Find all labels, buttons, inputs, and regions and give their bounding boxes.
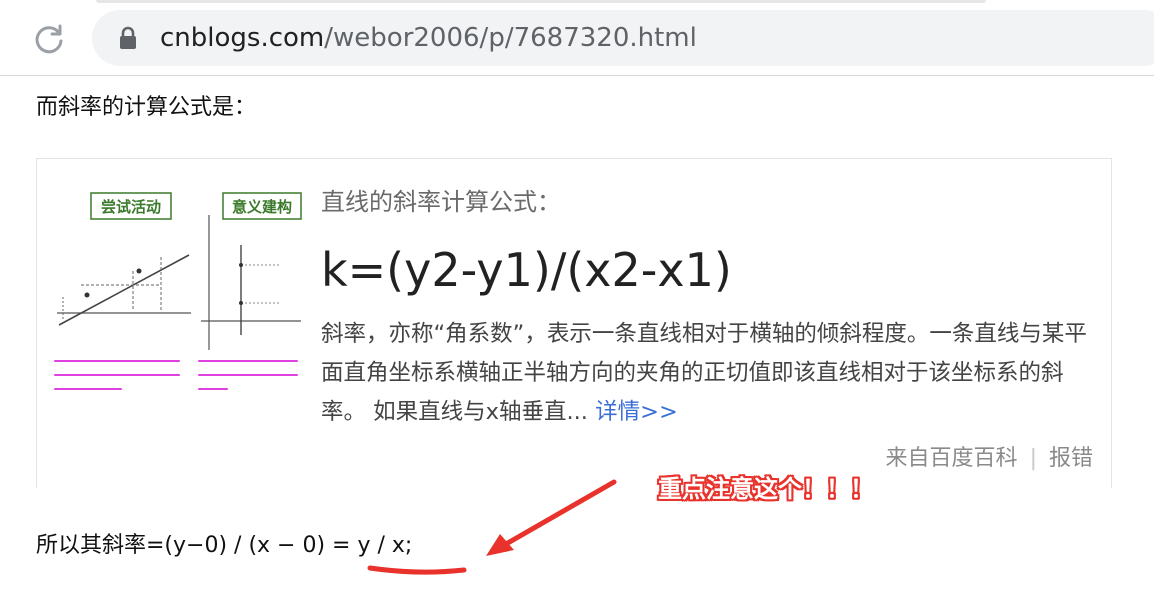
arrow-head <box>486 534 514 556</box>
slope-text: 所以其斜率=(y−0) / (x − 0) = y / x; <box>36 533 413 558</box>
card-description-text: 斜率，亦称“角系数”，表示一条直线相对于横轴的倾斜程度。一条直线与某平面直角坐标… <box>321 321 1087 425</box>
browser-toolbar: cnblogs.com/webor2006/p/7687320.html <box>0 0 1154 76</box>
url-text[interactable]: cnblogs.com/webor2006/p/7687320.html <box>160 22 697 54</box>
url-domain: cnblogs.com <box>160 23 325 53</box>
annotation-callout: 重点注意这个！！！ <box>658 475 874 503</box>
card-title: 直线的斜率计算公式： <box>321 188 561 216</box>
lock-icon[interactable] <box>118 26 138 50</box>
intro-text: 而斜率的计算公式是： <box>36 95 257 120</box>
more-link[interactable]: 详情>> <box>595 399 678 425</box>
card-description: 斜率，亦称“角系数”，表示一条直线相对于横轴的倾斜程度。一条直线与某平面直角坐标… <box>321 315 1101 432</box>
report-link[interactable]: 报错 <box>1049 446 1093 471</box>
slope-figure-image: 尝试活动 意义建构 <box>54 192 302 390</box>
baike-card[interactable]: 尝试活动 意义建构 直线的斜率计算公式： k=(y2-y1)/(x2-x1) 斜 <box>36 158 1112 488</box>
card-formula: k=(y2-y1)/(x2-x1) <box>321 243 732 297</box>
figure-label-1: 尝试活动 <box>101 198 161 216</box>
annotation-underline <box>367 565 467 575</box>
annotation-arrow <box>503 479 617 547</box>
reload-icon[interactable] <box>32 22 66 56</box>
url-path: /webor2006/p/7687320.html <box>324 23 697 53</box>
card-source: 来自百度百科 | 报错 <box>886 443 1093 475</box>
separator: | <box>1029 446 1037 471</box>
source-link[interactable]: 来自百度百科 <box>886 446 1018 471</box>
tab-strip-edge <box>96 0 986 3</box>
figure-label-2: 意义建构 <box>232 198 292 216</box>
